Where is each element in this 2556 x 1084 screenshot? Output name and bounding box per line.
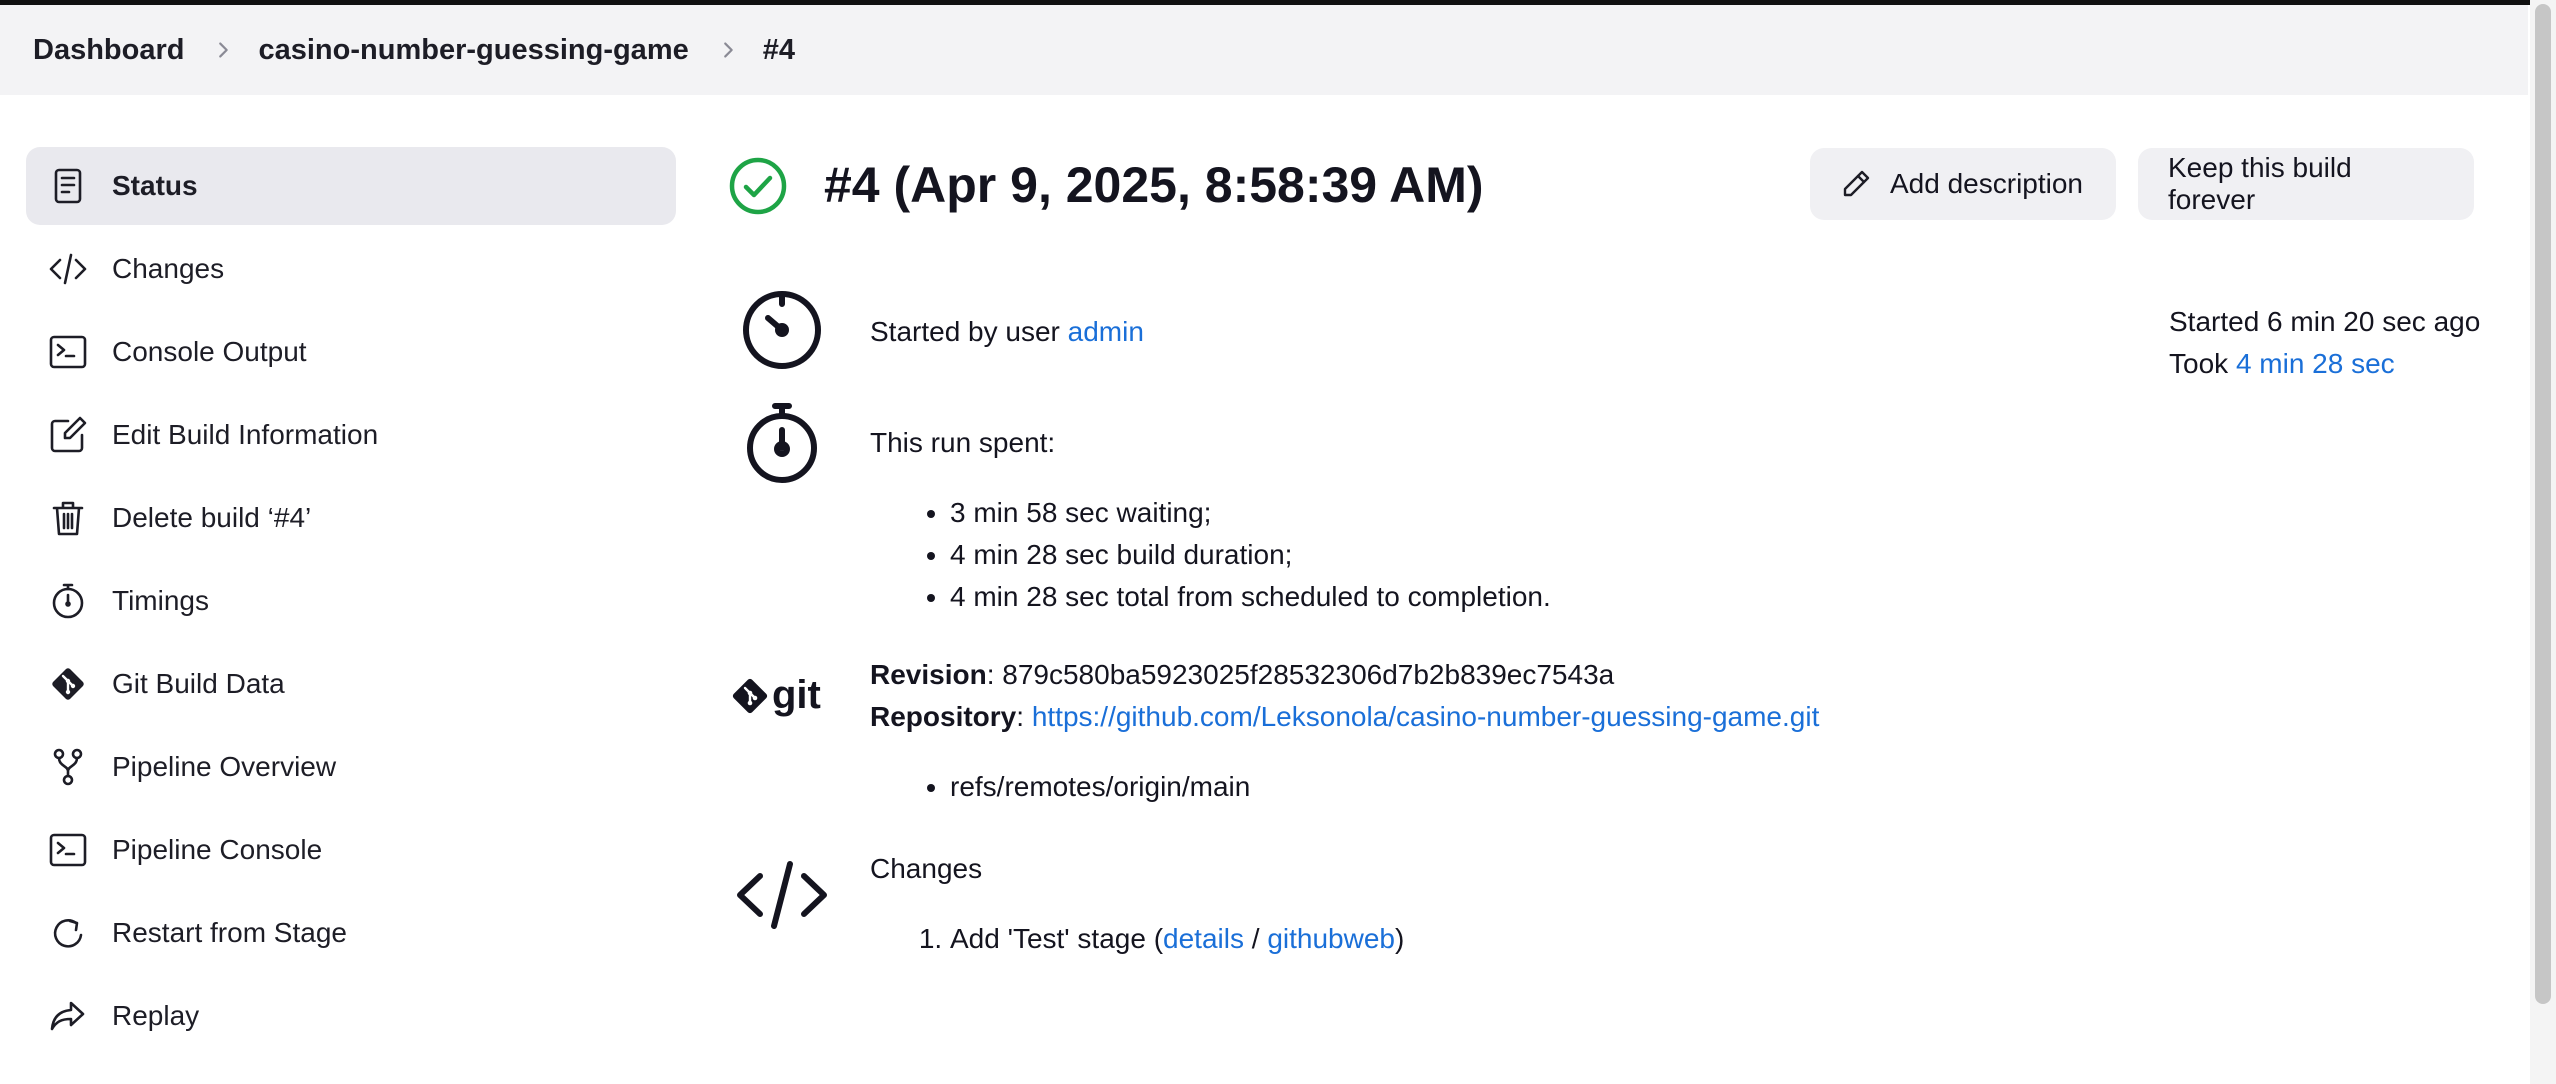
list-item: 4 min 28 sec build duration; xyxy=(950,534,1551,576)
took-duration: Took 4 min 28 sec xyxy=(2169,348,2395,380)
revision-label: Revision xyxy=(870,659,987,690)
branch-icon xyxy=(48,747,88,787)
details-link[interactable]: details xyxy=(1163,923,1244,954)
sidebar-item-timings[interactable]: Timings xyxy=(26,562,676,640)
sidebar-item-pipeline-console[interactable]: Pipeline Console xyxy=(26,811,676,889)
page-title: #4 (Apr 9, 2025, 8:58:39 AM) xyxy=(824,157,1484,213)
breadcrumb-build[interactable]: #4 xyxy=(763,34,795,67)
edit-icon xyxy=(48,415,88,455)
changes-list: Add 'Test' stage (details / githubweb) xyxy=(920,918,1404,960)
terminal-icon xyxy=(48,332,88,372)
user-link[interactable]: admin xyxy=(1068,316,1144,347)
sidebar-item-changes[interactable]: Changes xyxy=(26,230,676,308)
code-icon xyxy=(734,860,830,930)
sidebar-item-label: Status xyxy=(112,170,198,201)
build-header: #4 (Apr 9, 2025, 8:58:39 AM) Add descrip… xyxy=(728,148,2474,228)
change-sep: / xyxy=(1243,923,1268,954)
keep-forever-label: Keep this build forever xyxy=(2168,152,2352,215)
list-item: refs/remotes/origin/main xyxy=(950,766,1250,808)
restart-icon xyxy=(48,913,88,953)
list-item: 3 min 58 sec waiting; xyxy=(950,492,1551,534)
refs-list: refs/remotes/origin/main xyxy=(920,766,1250,808)
document-icon xyxy=(48,166,88,206)
sidebar-item-label: Restart from Stage xyxy=(112,917,347,948)
add-description-label: Add description xyxy=(1890,168,2084,199)
repository-label: Repository xyxy=(870,701,1017,732)
repository-link[interactable]: https://github.com/Leksonola/casino-numb… xyxy=(1032,701,1820,732)
sidebar-item-pipeline-overview[interactable]: Pipeline Overview xyxy=(26,728,676,806)
sidebar-item-label: Timings xyxy=(112,585,209,616)
sidebar-item-delete-build[interactable]: Delete build ‘#4’ xyxy=(26,479,676,557)
revision-hash: 879c580ba5923025f28532306d7b2b839ec7543a xyxy=(1002,659,1615,690)
githubweb-link[interactable]: githubweb xyxy=(1267,923,1395,954)
add-description-button[interactable]: Add description xyxy=(1810,148,2116,220)
sidebar-item-status[interactable]: Status xyxy=(26,147,676,225)
keep-forever-button[interactable]: Keep this build forever xyxy=(2138,148,2474,220)
sidebar: Status Changes Console Output Edit Build… xyxy=(26,147,676,1060)
sidebar-item-restart-from-stage[interactable]: Restart from Stage xyxy=(26,894,676,972)
sidebar-item-replay[interactable]: Replay xyxy=(26,977,676,1055)
run-spent-list: 3 min 58 sec waiting; 4 min 28 sec build… xyxy=(920,492,1551,618)
sidebar-item-label: Replay xyxy=(112,1000,200,1031)
sidebar-item-label: Delete build ‘#4’ xyxy=(112,502,312,533)
run-spent-heading: This run spent: xyxy=(870,427,1056,458)
scrollbar-thumb[interactable] xyxy=(2535,4,2551,1004)
timer-icon xyxy=(740,286,824,370)
breadcrumb-job[interactable]: casino-number-guessing-game xyxy=(258,34,688,67)
sidebar-item-label: Changes xyxy=(112,253,225,284)
sidebar-item-label: Edit Build Information xyxy=(112,419,379,450)
started-by-prefix: Started by user xyxy=(870,316,1068,347)
breadcrumb-dashboard[interactable]: Dashboard xyxy=(33,34,184,67)
sidebar-item-label: Pipeline Overview xyxy=(112,751,337,782)
pencil-icon xyxy=(1843,170,1870,197)
code-icon xyxy=(48,249,88,289)
breadcrumb: Dashboard casino-number-guessing-game #4 xyxy=(0,5,2528,95)
sidebar-item-label: Git Build Data xyxy=(112,668,285,699)
list-item: 4 min 28 sec total from scheduled to com… xyxy=(950,576,1551,618)
sidebar-item-edit-build-information[interactable]: Edit Build Information xyxy=(26,396,676,474)
sidebar-item-git-build-data[interactable]: Git Build Data xyxy=(26,645,676,723)
changes-heading: Changes xyxy=(870,853,983,884)
change-close: ) xyxy=(1394,923,1405,954)
took-link[interactable]: 4 min 28 sec xyxy=(2236,348,2395,379)
stopwatch-icon xyxy=(48,581,88,621)
chevron-right-icon xyxy=(717,39,739,61)
took-prefix: Took xyxy=(2169,348,2236,379)
list-item: Add 'Test' stage (details / githubweb) xyxy=(950,918,1404,960)
git-logo-icon: git xyxy=(732,672,832,722)
stopwatch-icon xyxy=(744,400,820,484)
chevron-right-icon xyxy=(212,39,234,61)
git-logo-text: git xyxy=(772,673,821,717)
sidebar-item-label: Console Output xyxy=(112,336,307,367)
replay-icon xyxy=(48,996,88,1036)
repository: Repository: https://github.com/Leksonola… xyxy=(870,701,1820,732)
scrollbar[interactable] xyxy=(2530,0,2556,1084)
change-text: Add 'Test' stage ( xyxy=(950,923,1164,954)
sidebar-item-console-output[interactable]: Console Output xyxy=(26,313,676,391)
sidebar-item-label: Pipeline Console xyxy=(112,834,323,865)
success-check-icon xyxy=(728,156,788,216)
git-icon xyxy=(48,664,88,704)
trash-icon xyxy=(48,498,88,538)
terminal-icon xyxy=(48,830,88,870)
revision: Revision: 879c580ba5923025f28532306d7b2b… xyxy=(870,659,1615,690)
started-ago: Started 6 min 20 sec ago xyxy=(2169,306,2481,337)
started-by: Started by user admin xyxy=(870,316,1144,348)
